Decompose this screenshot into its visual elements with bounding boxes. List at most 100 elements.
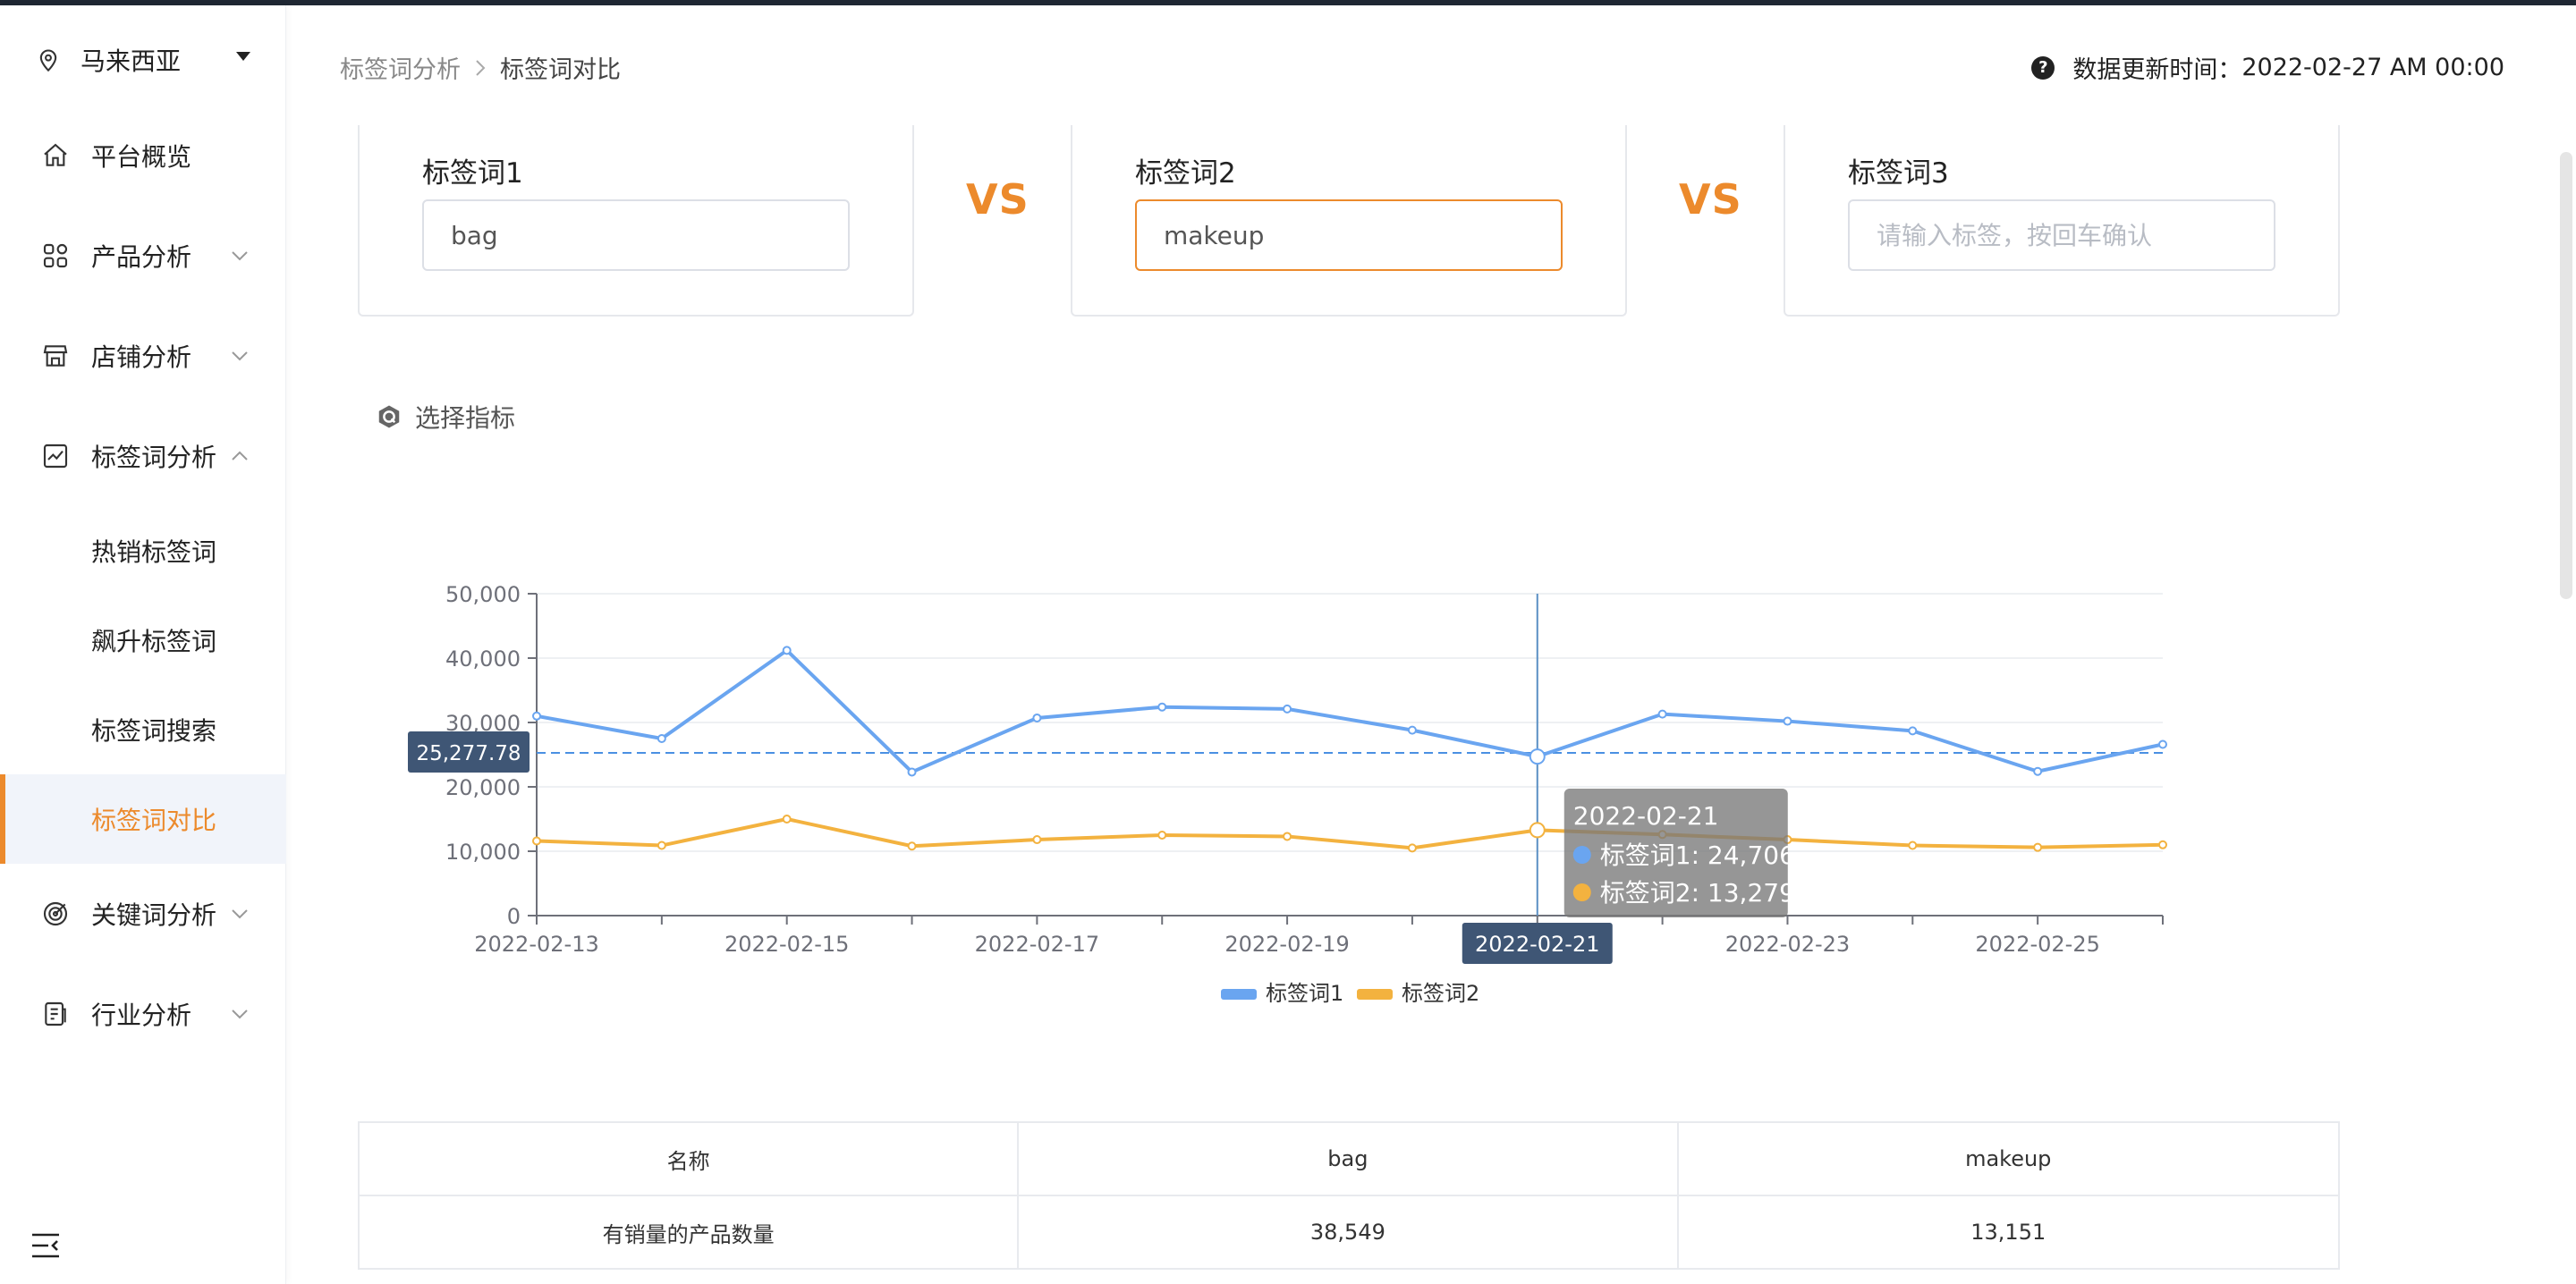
data-point <box>1407 843 1417 853</box>
data-point <box>532 711 541 721</box>
metric-label: 选择指标 <box>415 403 516 433</box>
location-pin-icon <box>39 49 57 72</box>
update-value: 2022-02-27 AM 00:00 <box>2241 54 2504 81</box>
data-point <box>1657 709 1667 719</box>
tag-card-1: 标签词1 <box>358 125 914 317</box>
data-point <box>532 836 541 846</box>
tooltip-date: 2022-02-21 <box>1573 801 1719 831</box>
sidebar-item-tag-analysis[interactable]: 标签词分析 <box>0 411 286 501</box>
sidebar-item-label: 平台概览 <box>91 142 192 172</box>
tag-card-3: 标签词3 <box>1784 125 2340 317</box>
breadcrumb-parent[interactable]: 标签词分析 <box>340 50 461 85</box>
sidebar-item-store-analysis[interactable]: 店铺分析 <box>0 311 286 401</box>
sidebar-item-tag-search[interactable]: 标签词搜索 <box>0 685 286 774</box>
sidebar-item-overview[interactable]: 平台概览 <box>0 111 286 200</box>
x-tick-label: 2022-02-25 <box>1975 932 2099 957</box>
chevron-down-icon <box>232 251 248 261</box>
chevron-down-icon <box>232 909 248 919</box>
table-header: makeup <box>1676 1121 2340 1196</box>
crosshair-label: 2022-02-21 <box>1475 932 1599 957</box>
data-point <box>1407 725 1417 735</box>
y-tick-label: 20,000 <box>445 775 521 800</box>
sidebar-item-hot-tags[interactable]: 热销标签词 <box>0 506 286 596</box>
data-point <box>1157 702 1167 712</box>
tag-trend-chart[interactable]: 010,00020,00030,00040,00050,0002022-02-1… <box>394 572 2200 1028</box>
series-line-2 <box>536 817 2164 850</box>
data-point <box>782 815 792 824</box>
x-tick-label: 2022-02-15 <box>724 932 849 957</box>
data-point <box>2033 766 2043 776</box>
chevron-right-icon <box>476 59 486 76</box>
data-point <box>907 767 917 777</box>
legend-label: 标签词1 <box>1266 981 1343 1006</box>
tag-card-title: 标签词2 <box>1135 157 1236 190</box>
x-tick-label: 2022-02-19 <box>1224 932 1349 957</box>
tag-input-2[interactable] <box>1135 199 1563 271</box>
sidebar-item-rising-tags[interactable]: 飙升标签词 <box>0 596 286 685</box>
table-header: bag <box>1017 1121 1679 1196</box>
sidebar-item-tag-compare[interactable]: 标签词对比 <box>0 774 286 864</box>
data-point <box>1529 748 1546 765</box>
tag-card-title: 标签词1 <box>422 157 523 190</box>
target-icon <box>43 901 68 926</box>
data-point <box>1283 704 1292 714</box>
sidebar-item-product-analysis[interactable]: 产品分析 <box>0 211 286 300</box>
breadcrumb: 标签词分析 标签词对比 <box>340 50 621 85</box>
table-cell: 13,151 <box>1676 1195 2340 1270</box>
chevron-down-icon <box>232 1009 248 1019</box>
scrollbar-thumb[interactable] <box>2560 152 2572 599</box>
tag-card-2: 标签词2 <box>1071 125 1627 317</box>
window-top-strip <box>0 0 2576 5</box>
table-header: 名称 <box>357 1121 1020 1196</box>
sidebar-item-keyword-analysis[interactable]: 关键词分析 <box>0 869 286 959</box>
data-point <box>782 646 792 655</box>
home-icon <box>44 143 67 166</box>
sidebar-item-label: 店铺分析 <box>91 342 192 372</box>
data-point <box>2033 842 2043 852</box>
comparison-table: 名称 bag makeup 有销量的产品数量 38,549 13,151 <box>357 1121 2340 1270</box>
menu-collapse-icon[interactable] <box>30 1232 61 1259</box>
x-tick-label: 2022-02-13 <box>474 932 598 957</box>
chevron-up-icon <box>232 451 248 460</box>
metric-selector[interactable]: 选择指标 <box>376 399 515 435</box>
sidebar-item-label: 标签词分析 <box>91 443 217 472</box>
tag-input-1[interactable] <box>422 199 850 271</box>
store-icon <box>43 345 68 367</box>
tag-card-title: 标签词3 <box>1848 157 1949 190</box>
x-tick-label: 2022-02-23 <box>1725 932 1850 957</box>
data-point <box>1157 831 1167 840</box>
table-row: 有销量的产品数量 38,549 13,151 <box>357 1195 2340 1270</box>
sidebar-item-label: 标签词搜索 <box>91 716 217 746</box>
data-point <box>1908 841 1918 850</box>
series-line-1 <box>536 648 2164 774</box>
y-tick-label: 40,000 <box>445 646 521 672</box>
tag-input-3[interactable] <box>1848 199 2275 271</box>
data-point <box>1032 835 1042 845</box>
region-label: 马来西亚 <box>80 46 182 76</box>
vs-label: VS <box>1679 175 1742 224</box>
average-label: 25,277.78 <box>416 742 521 765</box>
sidebar-item-label: 关键词分析 <box>91 900 217 930</box>
sidebar-item-industry-analysis[interactable]: 行业分析 <box>0 969 286 1059</box>
y-tick-label: 50,000 <box>445 582 521 607</box>
data-point <box>657 841 666 850</box>
region-selector[interactable]: 马来西亚 <box>36 39 259 80</box>
chevron-down-icon <box>232 351 248 361</box>
legend-swatch <box>1357 989 1393 1000</box>
data-point <box>1529 822 1546 839</box>
sidebar: 马来西亚 平台概览 产品分析 店铺分析 标签词分析 热销标签词 飙升标签词 标签… <box>0 5 286 1284</box>
question-circle-icon[interactable]: ? <box>2031 55 2055 80</box>
x-tick-label: 2022-02-17 <box>975 932 1099 957</box>
data-point <box>1783 716 1792 726</box>
data-point <box>657 734 666 743</box>
caret-down-icon <box>236 52 250 61</box>
table-cell: 38,549 <box>1017 1195 1679 1270</box>
line-chart-icon <box>43 443 68 469</box>
data-point <box>907 841 917 851</box>
sidebar-item-label: 飙升标签词 <box>91 627 217 656</box>
data-point <box>2158 840 2167 849</box>
vs-label: VS <box>966 175 1030 224</box>
data-point <box>1908 726 1918 736</box>
legend-swatch <box>1221 989 1257 1000</box>
legend-label: 标签词2 <box>1402 981 1479 1006</box>
